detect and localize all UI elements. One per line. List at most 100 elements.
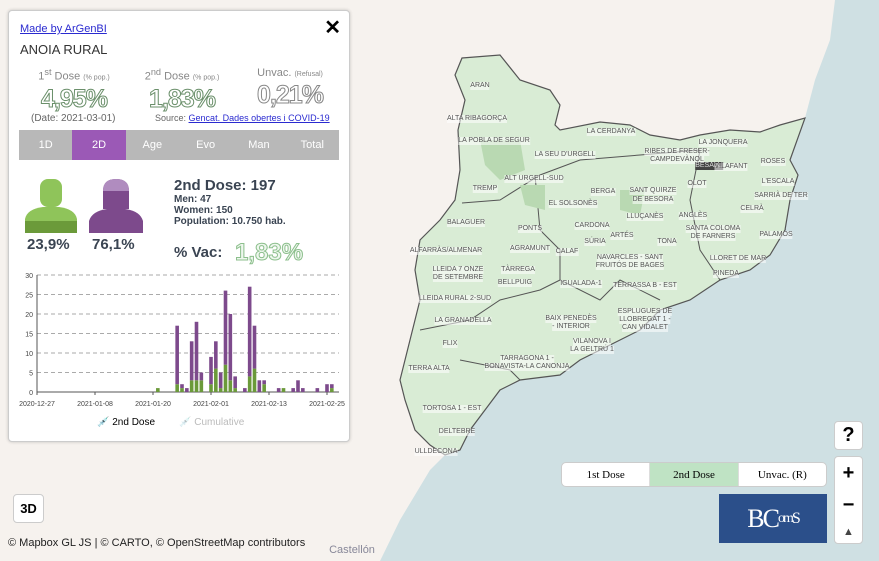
stat-unit: (% pop.) [83, 74, 110, 82]
tab-age[interactable]: Age [126, 130, 179, 160]
zoom-out-button[interactable]: − [843, 494, 855, 517]
map-label: SARRIÀ DE TER [754, 192, 808, 200]
dose-bar-chart: 0 5 10 15 20 25 30 2020-12-27 2021-01-08 2021-01-… [19, 273, 345, 408]
bar-women [257, 380, 262, 392]
map-label: TORTOSA 1 - EST [422, 405, 482, 413]
mode-1st-dose[interactable]: 1st Dose [562, 463, 651, 486]
map-label: ARTÉS [610, 232, 634, 240]
bar-women [218, 372, 223, 389]
stat-value: 0,21% [257, 81, 325, 110]
source-link[interactable]: Gencat. Dades obertes i COVID-19 [189, 113, 330, 123]
3d-button[interactable]: 3D [13, 494, 44, 523]
tab-2d[interactable]: 2D [72, 130, 126, 160]
close-icon[interactable]: ✕ [324, 15, 341, 40]
mode-selector: 1st Dose 2nd Dose Unvac. (R) [561, 462, 827, 487]
map-label: VILAFANT [714, 163, 748, 171]
bar-women [301, 388, 305, 392]
region-name: ANOIA RURAL [20, 42, 108, 57]
zoom-controls: + − ▲ [834, 456, 863, 544]
woman-icon [89, 179, 143, 233]
map-label: DE FARNERS [690, 233, 736, 241]
bar-women [276, 388, 281, 392]
map-label: CAN VIDALET [622, 324, 668, 332]
bar-men [262, 384, 266, 392]
legend-cumulative[interactable]: 💉 Cumulative [179, 417, 244, 428]
bar-men [247, 376, 252, 392]
bar-women [247, 286, 252, 377]
map-label: PONTS [517, 225, 543, 233]
map-label: IGUALADA-1 [560, 280, 602, 288]
x-tick-label: 2021-02-25 [309, 401, 345, 408]
bar-men [218, 388, 223, 392]
map-label: ALTA RIBAGORÇA [446, 115, 508, 123]
info-panel: Made by ArGenBI ✕ ANOIA RURAL 1st Dose (… [8, 10, 350, 442]
map-label: LLOBREGAT 1 - [619, 316, 671, 324]
bar-men [180, 388, 184, 392]
x-tick-label: 2021-02-13 [251, 401, 287, 408]
bar-men [330, 388, 334, 392]
men-count: Men: 47 [174, 194, 212, 205]
map-label: BELLPUIG [497, 279, 533, 287]
stat-value: 1,83% [149, 84, 217, 113]
tab-evo[interactable]: Evo [179, 130, 232, 160]
syringe-icon: 💉 [179, 417, 192, 428]
map-label: TARRAGONA 1 - [500, 355, 554, 363]
mode-2nd-dose[interactable]: 2nd Dose [650, 463, 739, 486]
bar-women [194, 321, 199, 381]
bar-men [194, 380, 199, 392]
vac-label: % Vac: [174, 244, 223, 261]
map-label: RIBES DE FRESER- [644, 148, 710, 156]
x-tick-label: 2020-12-27 [19, 401, 55, 408]
map-label: LLEIDA RURAL 2-SUD [418, 295, 492, 303]
x-tick-label: 2021-01-20 [135, 401, 171, 408]
bar-women [252, 325, 257, 369]
map-label: LA CERDANYA [586, 128, 636, 136]
bar-men [252, 368, 257, 392]
legend-2nd-dose[interactable]: 💉 2nd Dose [97, 417, 155, 428]
y-tick-label: 10 [25, 351, 33, 358]
tab-man[interactable]: Man [232, 130, 285, 160]
map-label: LLORET DE MAR [709, 255, 767, 263]
zoom-in-button[interactable]: + [843, 462, 855, 485]
bar-men [281, 388, 286, 392]
map-label: LA JONQUERA [698, 139, 748, 147]
bar-women [243, 388, 247, 392]
bar-men [209, 384, 213, 392]
map-label: ULLDECONA [414, 448, 458, 456]
map-label: LA SEU D'URGELL [534, 151, 596, 159]
biocomsc-logo[interactable]: BC om S [719, 494, 827, 543]
bar-men [156, 388, 160, 392]
map-label: L'ESCALA [761, 178, 795, 186]
map-label: SANT QUIRZE [629, 187, 677, 195]
men-percentage: 23,9% [27, 236, 70, 253]
bar-women [175, 325, 179, 385]
bar-women [315, 388, 320, 392]
made-by-link[interactable]: Made by ArGenBI [20, 23, 107, 35]
bar-women [291, 388, 295, 392]
map-label: DE SETEMBRE [432, 274, 484, 282]
dose-summary: 2nd Dose: 197 Men: 47 Women: 150 Populat… [174, 177, 286, 227]
map-label: TERRASSA B - EST [613, 282, 677, 290]
legend-label: Cumulative [194, 417, 245, 428]
map-label: ARAN [470, 82, 490, 90]
y-tick-label: 30 [25, 273, 33, 280]
help-button[interactable]: ? [834, 421, 863, 450]
map-label: VILANOVA I [573, 338, 611, 346]
map-label: CELRÀ [740, 205, 764, 213]
map-label: DE BESORA [632, 196, 674, 204]
bar-women [180, 384, 184, 389]
tab-1d[interactable]: 1D [19, 130, 72, 160]
map-label: TREMP [472, 185, 498, 193]
map-label: DELTEBRE [438, 428, 476, 436]
tab-total[interactable]: Total [286, 130, 339, 160]
syringe-icon: 💉 [97, 417, 110, 428]
women-percentage: 76,1% [92, 236, 135, 253]
map-label: ROSES [760, 158, 786, 166]
map-label: AGRAMUNT [509, 245, 551, 253]
compass-icon[interactable]: ▲ [843, 526, 854, 538]
map-label: NAVARCLES - SANT [596, 254, 664, 262]
man-icon [25, 179, 77, 233]
map-attribution[interactable]: © Mapbox GL JS | © CARTO, © OpenStreetMa… [8, 537, 305, 549]
mode-unvaccinated[interactable]: Unvac. (R) [739, 463, 826, 486]
map-label: - INTERIOR [552, 323, 590, 331]
